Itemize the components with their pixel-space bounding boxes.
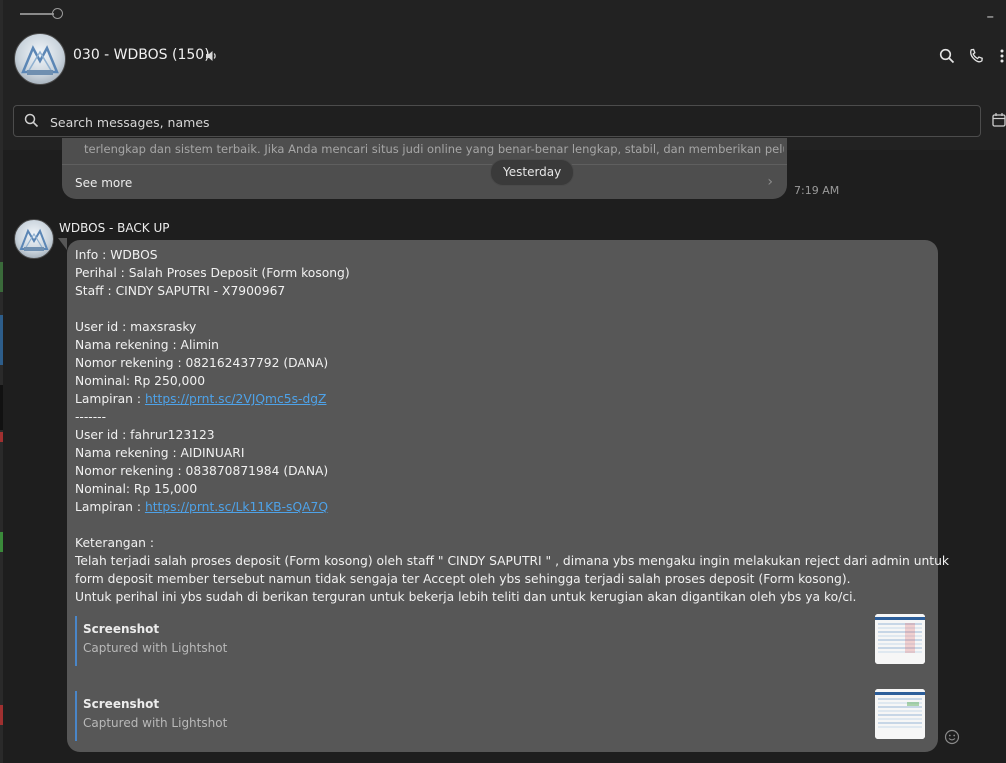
message-line: Nama rekening : AIDINUARI: [75, 446, 245, 460]
message-line: User id : fahrur123123: [75, 428, 215, 442]
preview-subtitle: Captured with Lightshot: [83, 716, 228, 730]
search-input[interactable]: [48, 110, 952, 134]
preview-accent-bar: [75, 616, 77, 666]
preview-subtitle: Captured with Lightshot: [83, 641, 228, 655]
bubble-tail: [58, 238, 67, 250]
chat-header: – 030 - WDBOS (150): [3, 0, 1006, 150]
phone-icon[interactable]: [968, 48, 984, 64]
message-line: Nomor rekening : 082162437792 (DANA): [75, 356, 329, 370]
group-avatar[interactable]: [14, 33, 66, 85]
message-line: Nominal: Rp 250,000: [75, 374, 206, 388]
search-box[interactable]: [13, 105, 981, 137]
window-slider[interactable]: [20, 7, 64, 21]
attachment-link[interactable]: https://prnt.sc/Lk11KB-sQA7Q: [145, 500, 328, 514]
message-line: Keterangan :: [75, 536, 154, 550]
message-line: [75, 300, 925, 318]
message-timestamp: 7:19 AM: [794, 184, 840, 197]
link-preview[interactable]: Screenshot Captured with Lightshot: [75, 614, 927, 666]
preview-title: Screenshot: [83, 697, 160, 711]
message-line: Nomor rekening : 083870871984 (DANA): [75, 464, 329, 478]
message-line: Nominal: Rp 15,000: [75, 482, 198, 496]
calendar-icon[interactable]: [992, 112, 1006, 128]
previous-message-text: terlengkap dan sistem terbaik. Jika Anda…: [84, 142, 784, 156]
group-name: 030 - WDBOS: [73, 47, 168, 63]
sender-avatar[interactable]: [14, 219, 54, 259]
search-icon[interactable]: [939, 48, 955, 64]
message-line: -------: [75, 410, 107, 424]
message-line: [75, 516, 925, 534]
emoji-reaction-icon[interactable]: [944, 729, 960, 745]
date-divider: Yesterday: [490, 159, 575, 186]
chevron-right-icon[interactable]: ›: [767, 174, 773, 190]
more-icon[interactable]: [997, 48, 1006, 64]
message-line: form deposit member tersebut namun tidak…: [75, 572, 851, 586]
search-icon: [24, 113, 39, 128]
message-line: Staff : CINDY SAPUTRI - X7900967: [75, 284, 286, 298]
speaker-icon[interactable]: [204, 49, 218, 63]
preview-thumbnail[interactable]: [875, 614, 925, 664]
minimize-button[interactable]: –: [987, 6, 995, 26]
message-line: Lampiran : https://prnt.sc/2VJQmc5s-dgZ: [75, 392, 327, 406]
message-line: User id : maxsrasky: [75, 320, 197, 334]
chat-title[interactable]: 030 - WDBOS (150): [73, 47, 210, 63]
preview-accent-bar: [75, 691, 77, 741]
message-body: Info : WDBOS Perihal : Salah Proses Depo…: [75, 246, 950, 606]
sender-name[interactable]: WDBOS - BACK UP: [59, 221, 169, 235]
message-line: Untuk perihal ini ybs sudah di berikan t…: [75, 590, 857, 604]
preview-thumbnail[interactable]: [875, 689, 925, 739]
previous-message-bubble[interactable]: terlengkap dan sistem terbaik. Jika Anda…: [62, 138, 787, 199]
message-line: Lampiran : https://prnt.sc/Lk11KB-sQA7Q: [75, 500, 329, 514]
see-more-link[interactable]: See more: [75, 176, 132, 190]
divider: [62, 164, 787, 165]
message-line: Info : WDBOS: [75, 248, 158, 262]
message-line: Telah terjadi salah proses deposit (Form…: [75, 554, 950, 568]
message-line: Nama rekening : Alimin: [75, 338, 219, 352]
link-preview[interactable]: Screenshot Captured with Lightshot: [75, 689, 927, 741]
message-line: Perihal : Salah Proses Deposit (Form kos…: [75, 266, 350, 280]
preview-title: Screenshot: [83, 622, 160, 636]
attachment-link[interactable]: https://prnt.sc/2VJQmc5s-dgZ: [145, 392, 327, 406]
